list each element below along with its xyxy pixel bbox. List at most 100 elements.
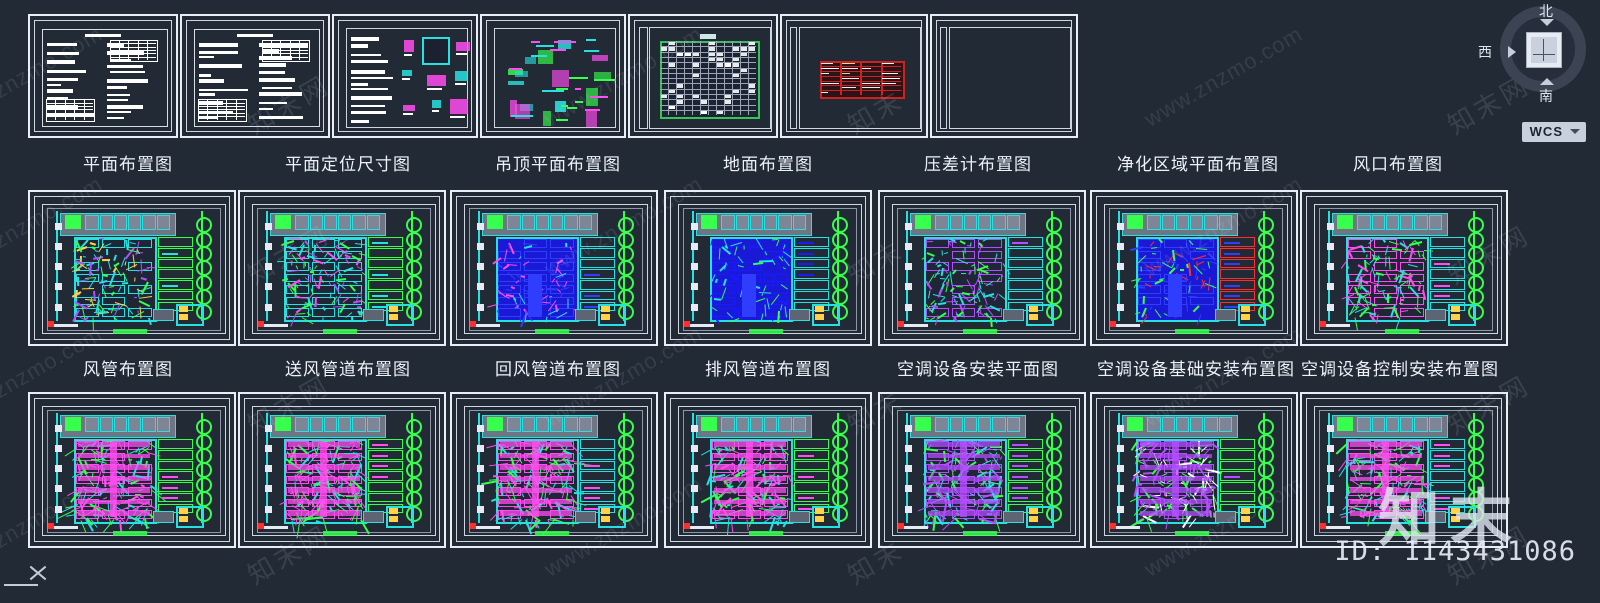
ahu-unit [1451,305,1460,312]
sheet-viewport[interactable] [34,398,230,542]
sheet-viewport[interactable] [1096,398,1292,542]
sheet-thumbnail[interactable] [238,190,446,346]
sheet-viewport[interactable] [456,196,652,340]
sheet-viewport[interactable] [34,20,172,132]
plan-room-green [275,214,291,230]
grid-bubble [831,419,848,436]
sheet-viewport[interactable] [486,20,620,132]
sheet-thumbnail[interactable] [664,392,872,548]
scale-bar [52,324,79,328]
sheet-thumbnail[interactable] [28,190,236,346]
table-cell-fill [676,94,683,99]
sheet-viewport[interactable] [786,20,922,132]
sheet-thumbnail[interactable] [878,190,1086,346]
note-text-line [351,110,387,114]
leader-line [583,50,600,53]
sheet-thumbnail[interactable] [1300,190,1508,346]
leader-line [555,119,568,122]
plan-room-green [1127,214,1143,230]
plan-linework [743,245,745,250]
table-rule [261,46,309,48]
sheet-thumbnail[interactable] [28,392,236,548]
sheet-thumbnail[interactable] [332,14,478,138]
view-cube-arrow-west[interactable] [1508,46,1516,58]
grid-bubble [405,419,422,436]
sheet-thumbnail[interactable] [628,14,778,138]
sheet-artwork [671,399,865,541]
sheet-thumbnail[interactable] [28,14,178,138]
plan-room [978,417,992,433]
view-cube-arrow-north[interactable] [1540,19,1554,26]
plan-room [778,215,792,231]
sheet-title-block [113,328,147,334]
sheet-viewport[interactable] [634,20,772,132]
sheet-viewport[interactable] [244,398,440,542]
ucs-selector[interactable]: WCS [1521,122,1586,142]
plan-room [338,215,352,231]
sheet-viewport[interactable] [1306,196,1502,340]
plan-room [550,417,564,433]
view-cube-arrow-south[interactable] [1540,78,1554,85]
plan-wing-label [797,274,815,277]
plan-linework [1142,296,1145,305]
sheet-viewport[interactable] [34,196,230,340]
sheet-artwork [35,197,229,339]
plan-wing-label [371,476,389,479]
sheet-thumbnail[interactable] [238,392,446,548]
cad-layout-canvas[interactable]: www.znzmo.com知末网www.znzmo.com知末www.znzmo… [0,0,1600,603]
plan-wing-room [1429,269,1465,280]
table-cell-fill [733,73,740,78]
plan-wing-room [1429,237,1465,247]
sheet-title-block [749,530,783,536]
sheet-viewport[interactable] [338,20,472,132]
view-cube[interactable]: 北 南 西 [1478,2,1590,110]
table-cell-fill [717,52,724,56]
sheet-thumbnail[interactable] [780,14,928,138]
plan-room [764,417,778,433]
plan-room [721,215,735,231]
table-cell-fill [660,94,667,99]
view-cube-face[interactable] [1526,32,1562,68]
detail-symbol [455,70,469,81]
table-rule [261,53,309,55]
table-rule [280,40,282,61]
plan-wing-room [1007,248,1043,258]
sheet-thumbnail[interactable] [930,14,1078,138]
sheet-viewport[interactable] [884,398,1080,542]
scale-bar [902,324,929,328]
axis-tick [690,283,698,291]
sheet-viewport[interactable] [186,20,324,132]
chevron-down-icon[interactable] [1570,129,1580,134]
sheet-viewport[interactable] [936,20,1072,132]
sheet-viewport[interactable] [884,196,1080,340]
sheet-viewport[interactable] [456,398,652,542]
sheet-thumbnail[interactable] [450,392,658,548]
plan-room [1006,417,1020,433]
sheet-thumbnail[interactable] [480,14,626,138]
sheet-thumbnail[interactable] [878,392,1086,548]
plan-linework [964,247,966,255]
table-rule [46,116,93,118]
plan-room [1385,215,1400,231]
sheet-grid[interactable]: 平面布置图 平面定位尺寸图 吊顶平面布置图 地面布置图 压差计布置图 净化区域平面布置图风… [0,0,1600,603]
table-cell-fill [741,68,748,72]
sheet-viewport[interactable] [1096,196,1292,340]
plan-small-room [1214,510,1237,524]
axis-tick [1116,243,1124,251]
sheet-viewport[interactable] [670,398,866,542]
axis-tick [264,222,272,230]
sheet-thumbnail[interactable] [450,190,658,346]
axis-tick [904,485,912,493]
plan-room [535,215,550,231]
table-cell-fill [668,105,675,109]
axis-tick [1116,505,1124,513]
sheet-thumbnail[interactable] [180,14,330,138]
sheet-thumbnail[interactable] [1090,190,1298,346]
sheet-thumbnail[interactable] [664,190,872,346]
sheet-viewport[interactable] [244,196,440,340]
plan-wing-label [371,465,389,468]
sheet-viewport[interactable] [670,196,866,340]
sheet-thumbnail[interactable] [1090,392,1298,548]
leader-line [536,45,554,48]
note-text-line [351,53,381,56]
